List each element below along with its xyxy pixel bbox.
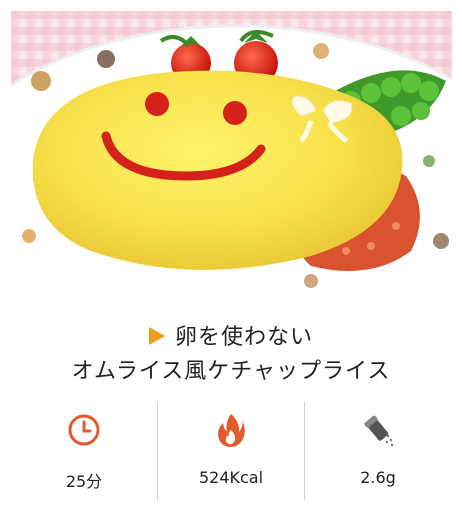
- recipe-photo[interactable]: [11, 11, 452, 305]
- recipe-title[interactable]: 卵を使わない オムライス風ケチャップライス: [0, 318, 462, 390]
- flame-icon: [213, 412, 249, 448]
- recipe-title-line1: 卵を使わない: [174, 325, 313, 350]
- calories-value: 524Kcal: [198, 468, 264, 487]
- cook-time-value: 25分: [65, 472, 103, 491]
- stat-time: 25分: [11, 402, 157, 500]
- stat-salt: 2.6g: [304, 402, 451, 500]
- play-icon: [148, 327, 165, 345]
- recipe-stats: 25分 524Kcal 2.6g: [11, 402, 451, 500]
- stat-calories: 524Kcal: [157, 402, 304, 500]
- recipe-title-line2: オムライス風ケチャップライス: [71, 359, 391, 384]
- omurice-illustration: [11, 11, 452, 305]
- clock-icon: [66, 412, 102, 448]
- title-line-1: 卵を使わない: [0, 318, 462, 352]
- salt-shaker-icon: [360, 412, 396, 448]
- recipe-card[interactable]: 卵を使わない オムライス風ケチャップライス 25分 524Kcal 2.6g: [0, 0, 462, 514]
- salt-value: 2.6g: [360, 468, 396, 487]
